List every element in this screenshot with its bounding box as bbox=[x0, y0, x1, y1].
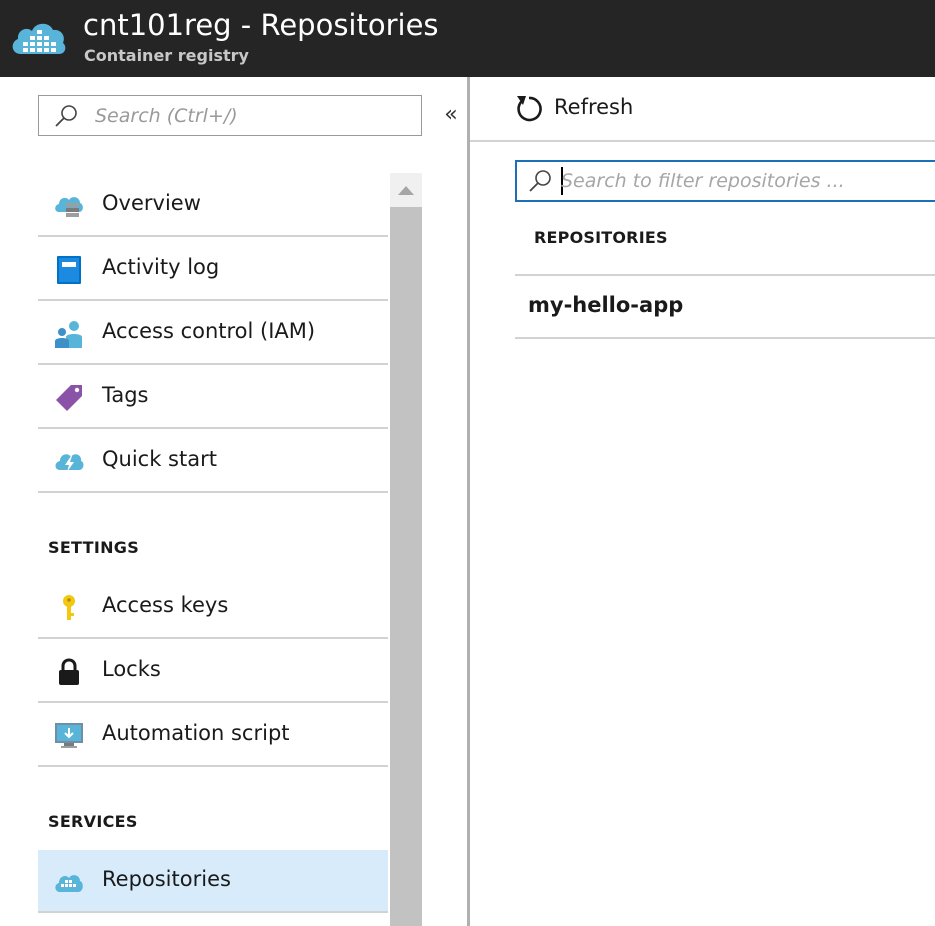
refresh-label: Refresh bbox=[554, 95, 634, 119]
menu-item-label: Repositories bbox=[102, 867, 231, 891]
menu-item-label: Activity log bbox=[102, 255, 220, 279]
menu-item-quick-start[interactable]: Quick start bbox=[38, 430, 388, 493]
search-icon bbox=[55, 105, 77, 127]
repository-filter-box[interactable] bbox=[515, 160, 935, 202]
menu-item-label: Overview bbox=[102, 191, 201, 215]
menu-item-tags[interactable]: Tags bbox=[38, 366, 388, 429]
menu-search-box[interactable] bbox=[38, 95, 422, 136]
refresh-icon bbox=[517, 96, 542, 122]
title-bar: cnt101reg - Repositories Container regis… bbox=[0, 0, 935, 77]
menu-search-input[interactable] bbox=[95, 102, 405, 130]
table-row[interactable]: my-hello-app bbox=[515, 276, 935, 338]
menu-item-label: Automation script bbox=[102, 721, 290, 745]
blade-splitter[interactable] bbox=[467, 77, 470, 926]
repositories-column-header: REPOSITORIES bbox=[534, 228, 668, 247]
menu-item-repositories[interactable]: Repositories bbox=[38, 850, 388, 913]
menu-item-label: Locks bbox=[102, 657, 161, 681]
scrollbar-thumb[interactable] bbox=[390, 207, 422, 926]
menu-item-access-control[interactable]: Access control (IAM) bbox=[38, 302, 388, 365]
toolbar-divider bbox=[470, 140, 935, 142]
menu-item-label: Tags bbox=[102, 383, 149, 407]
menu-item-overview[interactable]: Overview bbox=[38, 174, 388, 237]
table-divider bbox=[515, 337, 935, 339]
repositories-icon bbox=[55, 875, 83, 892]
collapse-menu-button[interactable]: « bbox=[440, 100, 462, 130]
repository-name[interactable]: my-hello-app bbox=[528, 293, 683, 317]
key-icon bbox=[63, 595, 75, 620]
menu-item-label: Access control (IAM) bbox=[102, 319, 316, 343]
tag-icon bbox=[56, 385, 82, 411]
access-control-icon bbox=[55, 321, 82, 348]
section-heading-services: SERVICES bbox=[48, 812, 138, 831]
menu-item-label: Quick start bbox=[102, 447, 217, 471]
scroll-up-arrow-icon[interactable] bbox=[390, 173, 422, 207]
quick-start-icon bbox=[55, 454, 84, 472]
activity-log-icon bbox=[57, 256, 81, 284]
menu-scrollbar[interactable] bbox=[390, 173, 422, 926]
menu-item-automation-script[interactable]: Automation script bbox=[38, 704, 388, 767]
page-title: cnt101reg - Repositories bbox=[83, 8, 439, 42]
container-registry-cloud-icon bbox=[12, 23, 66, 54]
automation-script-icon bbox=[55, 723, 83, 748]
menu-item-access-keys[interactable]: Access keys bbox=[38, 576, 388, 639]
overview-icon bbox=[55, 197, 83, 217]
menu-item-activity-log[interactable]: Activity log bbox=[38, 238, 388, 301]
repository-filter-input[interactable] bbox=[561, 167, 931, 195]
section-heading-settings: SETTINGS bbox=[48, 538, 140, 557]
refresh-button[interactable]: Refresh bbox=[512, 90, 652, 128]
menu-item-label: Access keys bbox=[102, 593, 229, 617]
search-icon bbox=[529, 170, 551, 192]
page-subtitle: Container registry bbox=[84, 46, 249, 65]
menu-item-locks[interactable]: Locks bbox=[38, 640, 388, 703]
lock-icon bbox=[59, 658, 79, 685]
